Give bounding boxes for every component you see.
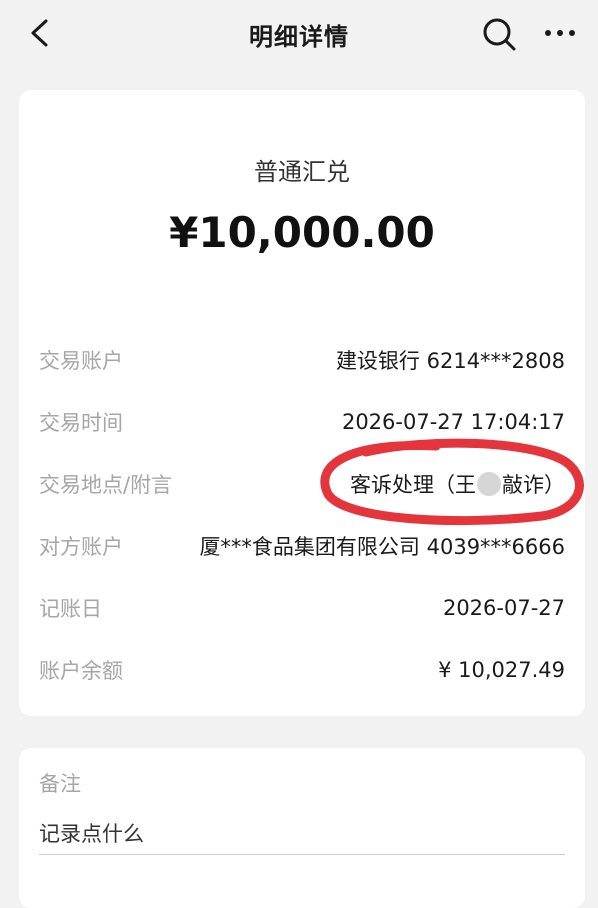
- search-button[interactable]: [480, 15, 518, 53]
- detail-label: 对方账户: [39, 535, 123, 559]
- detail-label: 交易账户: [39, 349, 123, 373]
- back-button[interactable]: [22, 16, 56, 50]
- memo-prefix: 客诉处理（王: [350, 473, 476, 497]
- detail-row-balance: 账户余额 ¥ 10,027.49: [39, 650, 565, 690]
- detail-row-counterparty: 对方账户 厦***食品集团有限公司 4039***6666: [39, 526, 565, 566]
- detail-value: 客诉处理（王 敲诈）: [350, 469, 565, 499]
- detail-row-time: 交易时间 2026-07-27 17:04:17: [39, 402, 565, 442]
- redaction-blur: [477, 472, 501, 496]
- detail-value: 2026-07-27 17:04:17: [341, 410, 565, 434]
- page-title: 明细详情: [249, 22, 349, 51]
- detail-value: ¥ 10,027.49: [438, 658, 565, 682]
- detail-label: 记账日: [39, 597, 102, 621]
- detail-label: 交易地点/附言: [39, 473, 173, 497]
- transaction-card: 普通汇兑 ¥10,000.00 交易账户 建设银行 6214***2808 交易…: [19, 90, 585, 716]
- note-card: 备注: [19, 748, 585, 908]
- detail-value: 建设银行 6214***2808: [335, 349, 565, 373]
- note-input[interactable]: [39, 814, 565, 855]
- detail-row-account: 交易账户 建设银行 6214***2808: [39, 340, 565, 380]
- more-button[interactable]: [538, 16, 582, 50]
- memo-suffix: 敲诈）: [502, 473, 565, 497]
- detail-value: 厦***食品集团有限公司 4039***6666: [199, 535, 565, 559]
- search-icon: [483, 18, 516, 51]
- more-dots-icon: [545, 30, 575, 36]
- transaction-amount: ¥10,000.00: [169, 208, 435, 257]
- transaction-type: 普通汇兑: [254, 158, 350, 186]
- note-label: 备注: [39, 772, 81, 796]
- detail-row-memo: 交易地点/附言 客诉处理（王 敲诈）: [39, 464, 565, 504]
- top-bar: 明细详情: [0, 0, 598, 68]
- detail-row-posting-date: 记账日 2026-07-27: [39, 588, 565, 628]
- detail-label: 交易时间: [39, 411, 123, 435]
- detail-label: 账户余额: [39, 659, 123, 683]
- chevron-left-icon: [31, 19, 48, 47]
- detail-value: 2026-07-27: [442, 596, 565, 620]
